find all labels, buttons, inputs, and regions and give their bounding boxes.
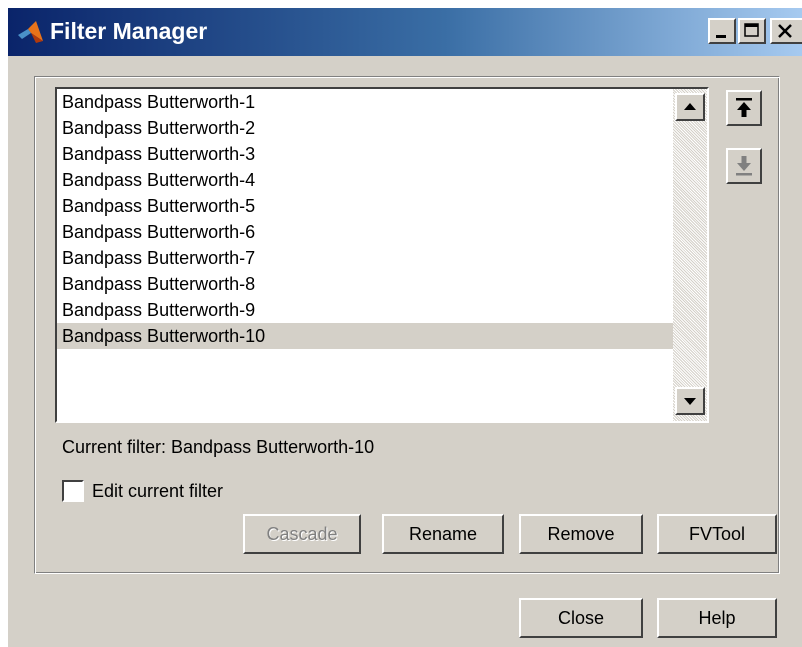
list-item[interactable]: Bandpass Butterworth-9 — [57, 297, 673, 323]
scroll-up-triangle-icon — [684, 103, 696, 110]
filter-manager-window: Filter Manager Bandpass Butterworth-1 Ba… — [8, 8, 802, 647]
help-button[interactable]: Help — [657, 598, 777, 638]
maximize-icon — [744, 23, 759, 37]
maximize-button[interactable] — [738, 18, 766, 44]
list-item[interactable]: Bandpass Butterworth-7 — [57, 245, 673, 271]
edit-current-filter-checkbox[interactable] — [62, 480, 84, 502]
list-item[interactable]: Bandpass Butterworth-8 — [57, 271, 673, 297]
list-item[interactable]: Bandpass Butterworth-6 — [57, 219, 673, 245]
list-item[interactable]: Bandpass Butterworth-3 — [57, 141, 673, 167]
move-down-arrow-icon — [736, 156, 752, 176]
cascade-button[interactable]: Cascade — [243, 514, 361, 554]
matlab-logo-icon[interactable] — [16, 19, 46, 45]
list-item[interactable]: Bandpass Butterworth-1 — [57, 89, 673, 115]
close-button[interactable]: Close — [519, 598, 643, 638]
rename-button[interactable]: Rename — [382, 514, 504, 554]
filter-listbox[interactable]: Bandpass Butterworth-1 Bandpass Butterwo… — [55, 87, 709, 423]
scroll-down-button[interactable] — [675, 387, 705, 415]
list-item[interactable]: Bandpass Butterworth-4 — [57, 167, 673, 193]
list-item[interactable]: Bandpass Butterworth-2 — [57, 115, 673, 141]
close-icon — [778, 24, 792, 38]
edit-current-filter-label[interactable]: Edit current filter — [92, 478, 223, 504]
scroll-up-button[interactable] — [675, 93, 705, 121]
fvtool-button[interactable]: FVTool — [657, 514, 777, 554]
window-close-button[interactable] — [770, 18, 802, 44]
window-title: Filter Manager — [50, 18, 208, 44]
minimize-icon — [716, 35, 726, 38]
scroll-down-triangle-icon — [684, 398, 696, 405]
list-item-selected[interactable]: Bandpass Butterworth-10 — [57, 323, 673, 349]
filter-list: Bandpass Butterworth-1 Bandpass Butterwo… — [57, 89, 673, 421]
move-filter-up-button[interactable] — [726, 90, 762, 126]
current-filter-label: Current filter: Bandpass Butterworth-10 — [62, 437, 375, 457]
minimize-button[interactable] — [708, 18, 736, 44]
move-filter-down-button[interactable] — [726, 148, 762, 184]
list-vertical-scrollbar[interactable] — [673, 89, 707, 421]
remove-button[interactable]: Remove — [519, 514, 643, 554]
list-item[interactable]: Bandpass Butterworth-5 — [57, 193, 673, 219]
title-bar[interactable]: Filter Manager — [8, 8, 802, 56]
move-up-arrow-icon — [736, 98, 752, 117]
